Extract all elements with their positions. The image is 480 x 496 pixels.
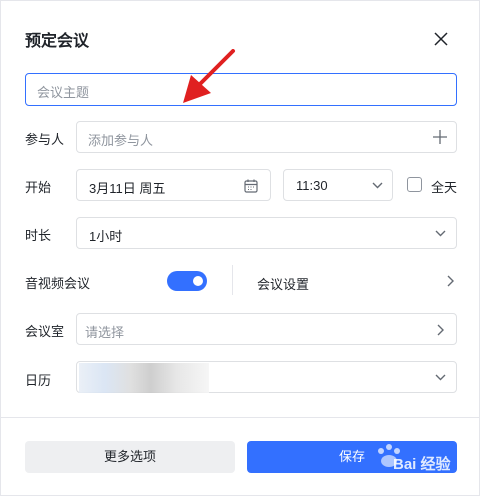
start-date-picker[interactable]: 3月11日 周五 (76, 169, 271, 201)
plus-icon[interactable] (433, 130, 447, 144)
calendar-label: 日历 (25, 373, 52, 388)
chevron-down-icon (435, 230, 446, 237)
all-day-checkbox[interactable] (407, 177, 422, 192)
chevron-right-icon[interactable] (447, 275, 454, 287)
start-time-value: 11:30 (296, 178, 328, 193)
participants-input[interactable]: 添加参与人 (76, 121, 457, 153)
meeting-subject-input[interactable]: 会议主题 (25, 73, 457, 106)
meeting-room-label: 会议室 (25, 324, 65, 339)
all-day-label[interactable]: 全天 (431, 177, 457, 196)
meeting-room-placeholder: 请选择 (85, 325, 125, 340)
start-date-value: 3月11日 周五 (89, 181, 166, 196)
vertical-divider (232, 265, 233, 295)
annotation-arrow-icon (183, 49, 235, 103)
video-meeting-toggle[interactable] (167, 271, 207, 291)
chevron-down-icon (435, 374, 446, 381)
meeting-subject-placeholder: 会议主题 (37, 85, 90, 100)
chevron-down-icon (372, 182, 383, 189)
start-time-select[interactable]: 11:30 (283, 169, 393, 201)
toggle-knob (193, 276, 203, 286)
chevron-right-icon (437, 324, 444, 336)
dialog-title: 预定会议 (25, 33, 90, 50)
duration-label: 时长 (25, 228, 52, 243)
blurred-calendar-name (79, 363, 209, 393)
footer-divider (1, 417, 480, 418)
book-meeting-dialog: 预定会议 会议主题 参与人 添加参与人 开始 3月11日 周五 11:30 全天 (0, 0, 480, 496)
watermark-text: Bai 经验 (393, 456, 451, 473)
participants-label: 参与人 (25, 132, 65, 147)
meeting-settings-link[interactable]: 会议设置 (257, 274, 309, 293)
meeting-room-select[interactable]: 请选择 (76, 313, 457, 345)
participants-placeholder: 添加参与人 (88, 133, 154, 148)
video-meeting-label: 音视频会议 (25, 276, 91, 291)
close-icon[interactable] (431, 29, 451, 49)
start-label: 开始 (25, 180, 52, 195)
more-options-button[interactable]: 更多选项 (25, 441, 235, 473)
duration-select[interactable]: 1小时 (76, 217, 457, 249)
duration-value: 1小时 (89, 229, 123, 244)
calendar-icon[interactable] (244, 179, 258, 193)
